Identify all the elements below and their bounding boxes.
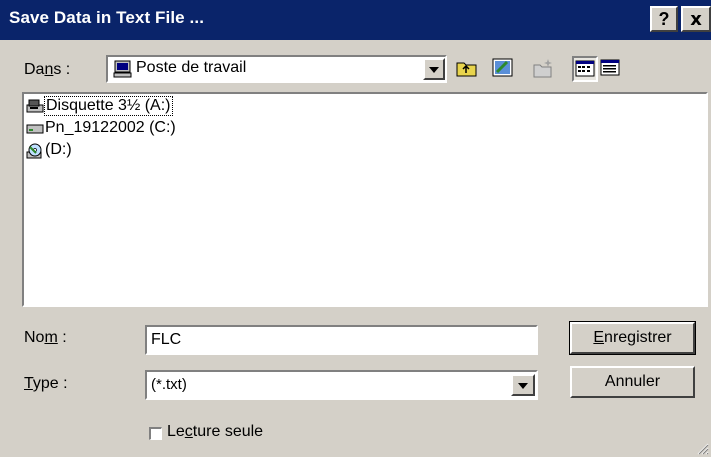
cd-drive-icon [26, 143, 42, 159]
filename-label: Nom : [24, 329, 67, 346]
filename-field[interactable]: FLC [145, 325, 538, 355]
filetype-dropdown-button[interactable] [511, 374, 535, 396]
filetype-label: Type : [24, 375, 68, 392]
filetype-combo[interactable]: (*.txt) [145, 370, 538, 400]
floppy-drive-icon [26, 99, 44, 113]
list-view-button[interactable] [572, 56, 598, 82]
details-view-icon [600, 59, 620, 76]
save-dialog: Save Data in Text File ... ? x Dans : Po… [0, 0, 711, 457]
help-button[interactable]: ? [650, 6, 678, 32]
file-list[interactable]: Disquette 3½ (A:) Pn_19122002 (C:) (D:) [22, 92, 708, 307]
chevron-down-icon [429, 67, 439, 73]
desktop-button[interactable] [490, 56, 516, 82]
filetype-value: (*.txt) [151, 376, 187, 393]
location-label: Dans : [24, 61, 71, 78]
readonly-label[interactable]: Lecture seule [167, 423, 263, 441]
up-one-level-button[interactable] [454, 56, 480, 82]
new-folder-button[interactable] [530, 56, 556, 82]
desktop-icon [492, 58, 513, 77]
close-icon: x [690, 9, 702, 30]
up-folder-icon [456, 62, 477, 77]
hard-drive-icon [26, 124, 44, 134]
save-button[interactable]: Enregistrer [569, 321, 696, 355]
resize-grip-icon[interactable] [695, 441, 709, 455]
computer-icon [113, 60, 132, 78]
location-value: Poste de travail [136, 59, 247, 76]
title-bar[interactable]: Save Data in Text File ... ? x [0, 0, 711, 40]
readonly-checkbox[interactable] [149, 427, 162, 440]
dialog-title: Save Data in Text File ... [9, 8, 205, 27]
location-combo[interactable]: Poste de travail [106, 55, 447, 83]
new-folder-icon [533, 59, 552, 78]
cancel-button[interactable]: Annuler [570, 366, 695, 398]
list-view-icon [575, 60, 595, 77]
close-button[interactable]: x [681, 6, 711, 32]
chevron-down-icon [518, 383, 528, 389]
filename-value: FLC [151, 331, 182, 348]
details-view-button[interactable] [598, 56, 624, 82]
location-dropdown-button[interactable] [423, 58, 445, 80]
